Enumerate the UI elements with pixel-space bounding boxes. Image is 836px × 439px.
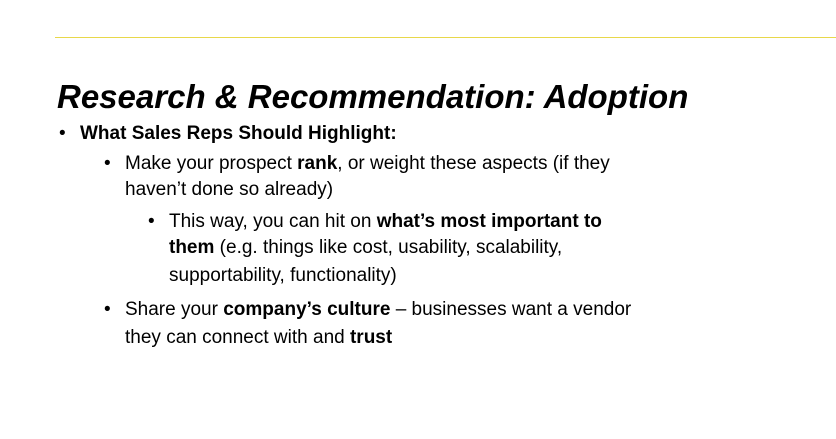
text-segment: , or weight these aspects (if they <box>337 153 610 174</box>
text-bold: them <box>169 237 215 258</box>
bullet-l1-bold: What Sales Reps Should Highlight: <box>80 123 397 144</box>
bullet-l2b-line1: Share your company’s culture – businesse… <box>125 298 631 322</box>
bullet-l2a-line2: haven’t done so already) <box>125 179 334 200</box>
bullet-l1-text: What Sales Reps Should Highlight: <box>80 122 397 146</box>
text-bold: what’s most important to <box>376 211 602 232</box>
bullet-marker: • <box>148 211 155 232</box>
bullet-l3-line1: This way, you can hit on what’s most imp… <box>169 210 602 234</box>
bullet-l3-line2: them (e.g. things like cost, usability, … <box>169 236 562 260</box>
bullet-marker: • <box>59 123 66 144</box>
text-segment: This way, you can hit on <box>169 211 377 232</box>
text-segment: (e.g. things like cost, usability, scala… <box>214 237 563 258</box>
bullet-marker: • <box>104 299 111 320</box>
bullet-l2b-line2: they can connect with and trust <box>125 326 392 350</box>
slide-title: Research & Recommendation: Adoption <box>57 78 689 115</box>
text-segment: they can connect with and <box>125 327 350 348</box>
text-segment: Share your <box>125 299 224 320</box>
text-segment: Make your prospect <box>125 153 298 174</box>
text-segment: – businesses want a vendor <box>390 299 632 320</box>
text-bold: company’s culture <box>223 299 391 320</box>
text-bold: rank <box>297 153 338 174</box>
bullet-marker: • <box>104 153 111 174</box>
text-bold: trust <box>349 327 393 348</box>
bullet-l3-line3: supportability, functionality) <box>169 265 397 286</box>
bullet-l2a-line1: Make your prospect rank, or weight these… <box>125 152 610 176</box>
top-accent-rule <box>55 37 836 38</box>
